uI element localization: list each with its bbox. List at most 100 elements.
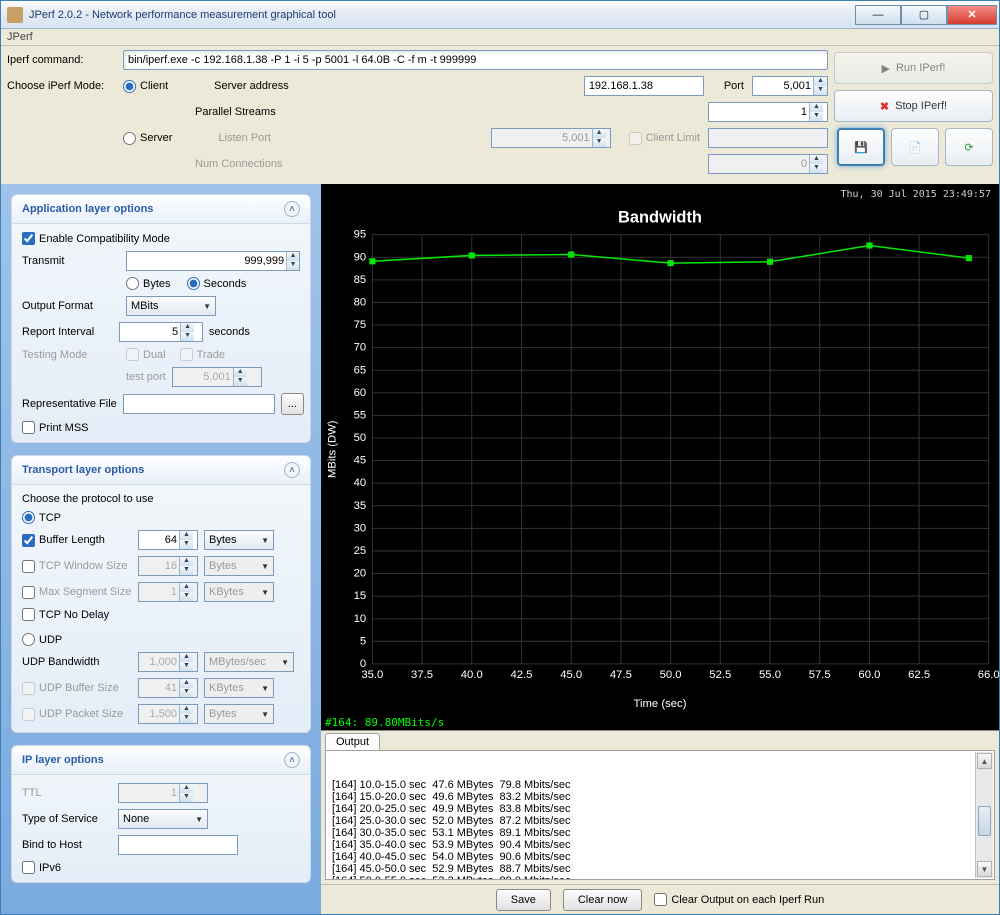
svg-text:60.0: 60.0 — [858, 669, 880, 681]
save-icon-button[interactable]: 💾 — [837, 128, 885, 166]
output-format-select[interactable]: MBits▼ — [126, 296, 216, 316]
svg-text:50: 50 — [354, 432, 367, 444]
client-radio[interactable]: Client — [123, 80, 168, 93]
tcp-window-checkbox[interactable]: TCP Window Size — [22, 560, 132, 573]
svg-text:Time (sec): Time (sec) — [634, 698, 687, 710]
ttl-spinner: ▲▼ — [118, 783, 208, 803]
output-text[interactable]: [164] 10.0-15.0 sec 47.6 MBytes 79.8 Mbi… — [325, 750, 995, 880]
listen-port-spinner: ▲▼ — [491, 128, 611, 148]
ipv6-checkbox[interactable]: IPv6 — [22, 861, 300, 874]
max-segment-unit: KBytes▼ — [204, 582, 274, 602]
svg-text:45: 45 — [354, 455, 367, 467]
browse-button[interactable]: ... — [281, 393, 304, 415]
choose-mode-label: Choose iPerf Mode: — [7, 80, 115, 92]
tos-select[interactable]: None▼ — [118, 809, 208, 829]
enable-compat-checkbox[interactable]: Enable Compatibility Mode — [22, 232, 300, 245]
output-scrollbar[interactable]: ▲ ▼ — [975, 752, 993, 878]
group-title: IP layer options — [22, 754, 104, 766]
svg-text:40: 40 — [354, 477, 367, 489]
client-limit-checkbox: Client Limit — [629, 132, 700, 145]
clear-each-run-checkbox[interactable]: Clear Output on each Iperf Run — [654, 893, 824, 906]
scroll-up-icon[interactable]: ▲ — [977, 753, 992, 769]
svg-text:75: 75 — [354, 319, 367, 331]
clear-now-button[interactable]: Clear now — [563, 889, 643, 911]
group-title: Application layer options — [22, 203, 153, 215]
ttl-label: TTL — [22, 787, 112, 799]
server-address-field[interactable] — [584, 76, 704, 96]
maximize-button[interactable]: ▢ — [901, 5, 947, 25]
port-spinner[interactable]: ▲▼ — [752, 76, 828, 96]
svg-text:55.0: 55.0 — [759, 669, 781, 681]
run-iperf-button: ▶ Run IPerf! — [834, 52, 993, 84]
frame-title: JPerf — [1, 29, 999, 46]
output-save-button[interactable]: Save — [496, 889, 551, 911]
refresh-icon-button[interactable]: ⟳ — [945, 128, 993, 166]
output-format-label: Output Format — [22, 300, 120, 312]
testing-mode-label: Testing Mode — [22, 349, 120, 361]
svg-text:50.0: 50.0 — [660, 669, 682, 681]
stop-icon: ✖ — [880, 100, 889, 113]
svg-text:45.0: 45.0 — [560, 669, 582, 681]
export-icon-button[interactable]: 📄 — [891, 128, 939, 166]
svg-text:47.5: 47.5 — [610, 669, 632, 681]
svg-text:5: 5 — [360, 635, 366, 647]
seconds-radio[interactable]: Seconds — [187, 277, 247, 290]
application-layer-group: Application layer options ˄ Enable Compat… — [11, 194, 311, 443]
iperf-command-field[interactable] — [123, 50, 828, 70]
num-connections-spinner: ▲▼ — [708, 154, 828, 174]
listen-port-label: Listen Port — [218, 132, 271, 144]
representative-file-field[interactable] — [123, 394, 275, 414]
close-button[interactable]: ✕ — [947, 5, 997, 25]
dual-checkbox: Dual — [126, 348, 166, 361]
svg-text:20: 20 — [354, 568, 367, 580]
stop-iperf-button[interactable]: ✖ Stop IPerf! — [834, 90, 993, 122]
report-interval-spinner[interactable]: ▲▼ — [119, 322, 203, 342]
svg-text:55: 55 — [354, 409, 367, 421]
tcp-radio[interactable]: TCP — [22, 511, 300, 524]
print-mss-checkbox[interactable]: Print MSS — [22, 421, 300, 434]
parallel-streams-spinner[interactable]: ▲▼ — [708, 102, 828, 122]
minimize-button[interactable]: — — [855, 5, 901, 25]
port-label: Port — [724, 80, 744, 92]
client-limit-field — [708, 128, 828, 148]
svg-text:85: 85 — [354, 274, 367, 286]
collapse-toggle[interactable]: ˄ — [284, 462, 300, 478]
tcp-window-unit: Bytes▼ — [204, 556, 274, 576]
svg-text:25: 25 — [354, 545, 367, 557]
bytes-radio[interactable]: Bytes — [126, 277, 171, 290]
tcp-nodelay-checkbox[interactable]: TCP No Delay — [22, 608, 300, 621]
tcp-window-spinner: ▲▼ — [138, 556, 198, 576]
parallel-streams-label: Parallel Streams — [195, 106, 276, 118]
server-radio[interactable]: Server — [123, 132, 172, 145]
svg-text:70: 70 — [354, 342, 367, 354]
title-bar: JPerf 2.0.2 - Network performance measur… — [1, 1, 999, 29]
collapse-toggle[interactable]: ˄ — [284, 201, 300, 217]
scroll-thumb[interactable] — [978, 806, 991, 836]
num-connections-label: Num Connections — [195, 158, 282, 170]
choose-protocol-label: Choose the protocol to use — [22, 493, 300, 505]
floppy-icon: 💾 — [854, 141, 868, 154]
output-tab[interactable]: Output — [325, 733, 380, 750]
max-segment-checkbox[interactable]: Max Segment Size — [22, 586, 132, 599]
udp-buffer-unit: KBytes▼ — [204, 678, 274, 698]
scroll-down-icon[interactable]: ▼ — [977, 861, 992, 877]
play-icon: ▶ — [882, 62, 890, 75]
buffer-length-checkbox[interactable]: Buffer Length — [22, 534, 132, 547]
buffer-length-spinner[interactable]: ▲▼ — [138, 530, 198, 550]
svg-text:Bandwidth: Bandwidth — [618, 208, 702, 226]
collapse-toggle[interactable]: ˄ — [284, 752, 300, 768]
transmit-spinner[interactable]: ▲▼ — [126, 251, 300, 271]
svg-text:52.5: 52.5 — [709, 669, 731, 681]
app-icon — [7, 7, 23, 23]
server-address-label: Server address — [214, 80, 289, 92]
svg-text:40.0: 40.0 — [461, 669, 483, 681]
svg-text:15: 15 — [354, 590, 367, 602]
bind-host-label: Bind to Host — [22, 839, 112, 851]
udp-radio[interactable]: UDP — [22, 633, 300, 646]
udp-packet-unit: Bytes▼ — [204, 704, 274, 724]
trade-checkbox: Trade — [180, 348, 225, 361]
bind-host-field[interactable] — [118, 835, 238, 855]
buffer-length-unit[interactable]: Bytes▼ — [204, 530, 274, 550]
svg-text:42.5: 42.5 — [510, 669, 532, 681]
svg-text:65: 65 — [354, 364, 367, 376]
